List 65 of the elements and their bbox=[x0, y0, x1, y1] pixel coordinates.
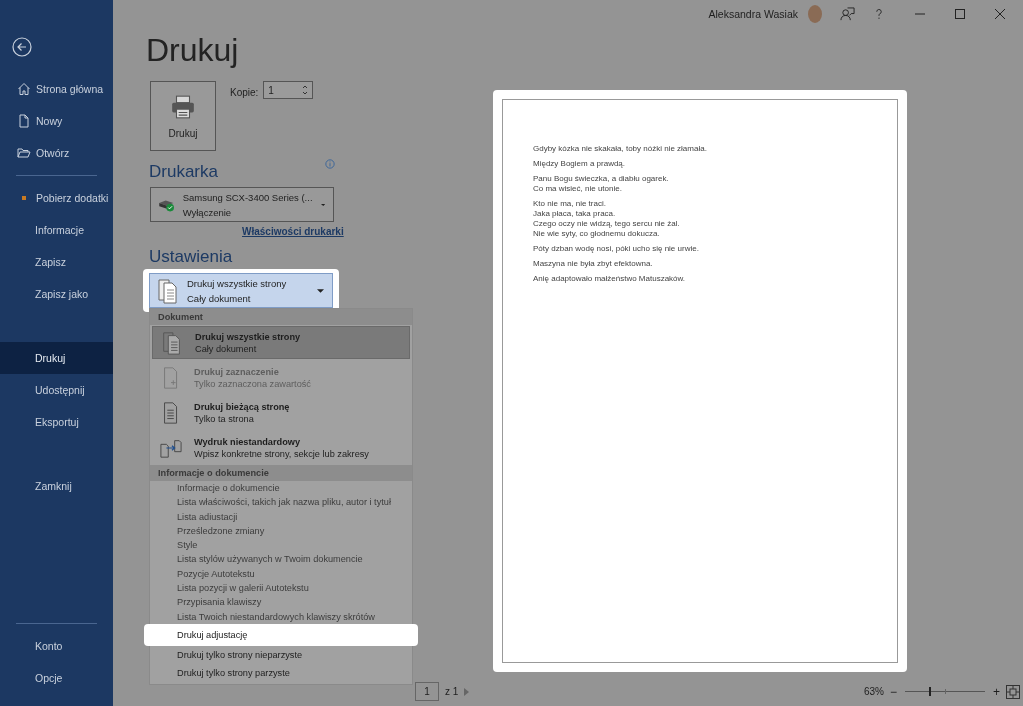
nav-item[interactable]: Nowy bbox=[0, 105, 113, 137]
print-range-dropdown[interactable]: Drukuj wszystkie strony Cały dokument bbox=[149, 273, 333, 308]
nav-item[interactable]: Zapisz bbox=[0, 246, 113, 278]
document-text-line: Póty dzban wodę nosi, póki ucho się nie urwie. bbox=[533, 244, 700, 254]
nav-item[interactable]: Udostępnij bbox=[0, 374, 113, 406]
menu-option[interactable]: Przypisania klawiszy Lista Twoich niestandardowych klawiszy skrótów bbox=[150, 595, 412, 624]
menu-option[interactable]: Lista adiustacji Prześledzone zmiany bbox=[150, 509, 412, 539]
menu-option[interactable]: Drukuj tylko strony parzyste bbox=[144, 663, 418, 682]
print-button[interactable]: Drukuj bbox=[150, 81, 216, 151]
printer-icon bbox=[170, 93, 196, 120]
nav-item[interactable]: Drukuj bbox=[0, 342, 113, 374]
nav-item[interactable]: Pobierz dodatki bbox=[0, 182, 113, 214]
zoom-slider-thumb[interactable] bbox=[928, 687, 931, 696]
close-icon[interactable] bbox=[995, 9, 1005, 19]
menu-option[interactable]: Pozycje Autotekstu Lista pozycji w galerii Autotekstu bbox=[150, 566, 412, 596]
section-heading: Ustawienia bbox=[149, 247, 234, 267]
pages-icon bbox=[157, 277, 179, 304]
caret-icon bbox=[317, 288, 324, 293]
nav-item[interactable]: Opcje bbox=[0, 662, 113, 694]
zoom-percent: 63% bbox=[863, 686, 884, 697]
nav-item[interactable]: Eksportuj bbox=[0, 406, 113, 438]
page-title: Drukuj bbox=[146, 32, 240, 69]
nav-item[interactable]: Informacje bbox=[0, 214, 113, 246]
fit-page-icon[interactable] bbox=[1006, 684, 1020, 699]
printer-properties-link[interactable]: Właściwości drukarki bbox=[242, 226, 344, 237]
menu-option[interactable]: Informacje o dokumencie Lista właściwości, takich jak nazwa pliku, autor i tytuł bbox=[150, 481, 412, 510]
document-text-line: Co ma wisieć, nie utonie. bbox=[533, 184, 623, 194]
section-heading: Drukarka bbox=[149, 162, 218, 182]
page-count: z 1 bbox=[445, 686, 459, 697]
copies-field[interactable]: 1 bbox=[263, 81, 314, 99]
zoom-out-button[interactable]: − bbox=[889, 684, 897, 699]
document-text-line: Jaka płaca, taka praca. bbox=[533, 209, 617, 219]
menu-option[interactable]: Drukuj wszystkie strony Cały dokument bbox=[152, 326, 410, 359]
nav-item[interactable]: Zamknij bbox=[0, 470, 113, 502]
nav-item[interactable]: Zapisz jako bbox=[0, 278, 113, 310]
nav-item[interactable]: Otwórz bbox=[0, 137, 113, 169]
menu-option[interactable]: Drukuj bieżącą stronę Tylko ta strona bbox=[152, 396, 410, 429]
document-text-line: Nie wie syty, co głodnemu dokucza. bbox=[533, 229, 661, 239]
copies-label: Kopie: bbox=[230, 87, 259, 98]
document-text-line: Anię adaptowało małżeństwo Matuszaków. bbox=[533, 274, 687, 284]
menu-option[interactable]: Drukuj adjustację bbox=[144, 623, 418, 646]
document-icon bbox=[17, 114, 31, 128]
nav-item[interactable]: Strona główna bbox=[0, 73, 113, 105]
menu-section-header: Informacje o dokumencie bbox=[150, 465, 412, 481]
document-text-line: Czego oczy nie widzą, tego sercu nie żal. bbox=[533, 219, 681, 229]
nav-item[interactable]: Konto bbox=[0, 630, 113, 662]
document-text-line: Gdyby kózka nie skakała, toby nóżki nie złamała. bbox=[533, 144, 708, 154]
comments-icon[interactable] bbox=[840, 6, 855, 22]
document-text-line: Między Bogiem a prawdą. bbox=[533, 159, 627, 169]
user-name: Aleksandra Wasiak bbox=[708, 8, 798, 20]
home-icon bbox=[17, 82, 31, 96]
menu-section-header: Dokument bbox=[150, 309, 412, 325]
menu-option[interactable]: Wydruk niestandardowy Wpisz konkretne strony, sekcje lub zakresy bbox=[152, 431, 410, 464]
printer-dropdown[interactable]: Samsung SCX-3400 Series (... Wyłączenie bbox=[150, 187, 334, 222]
document-text-line: Kto nie ma, nie traci. bbox=[533, 199, 607, 209]
menu-option[interactable]: Drukuj tylko strony nieparzyste bbox=[144, 645, 418, 664]
caret-icon bbox=[320, 202, 325, 207]
document-text-line: Panu Bogu świeczka, a diabłu ogarek. bbox=[533, 174, 670, 184]
menu-option[interactable]: Style Lista stylów używanych w Twoim dokumencie bbox=[150, 538, 412, 567]
document-text-line: Maszyna nie była zbyt efektowna. bbox=[533, 259, 654, 269]
page-number-field[interactable]: 1 bbox=[415, 682, 439, 701]
zoom-in-button[interactable]: + bbox=[993, 684, 1000, 699]
maximize-icon[interactable] bbox=[955, 9, 965, 19]
folder-icon bbox=[17, 146, 31, 160]
spinner-arrows-icon[interactable] bbox=[302, 84, 309, 96]
